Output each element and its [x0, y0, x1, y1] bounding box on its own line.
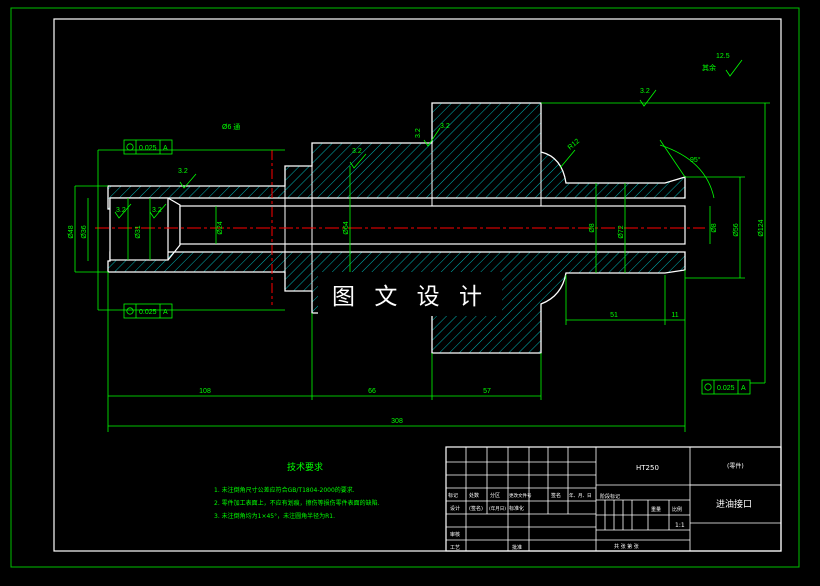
dim-dia-24: Ø24	[217, 221, 224, 234]
roughness-2: 3.2	[352, 148, 362, 155]
tolerance-frame-3: 0.025 A	[701, 379, 751, 395]
dim-108: 108	[199, 388, 211, 395]
dim-dia-72: Ø72	[618, 225, 625, 238]
tb-sheets: 共 张 第 张	[614, 543, 639, 550]
dim-dia-8a: Ø8	[589, 223, 596, 232]
notes-item-3: 3. 未注倒角均为1×45°，未注圆角半径为R1.	[214, 512, 335, 520]
dim-dia-inner: Ø31	[135, 225, 142, 238]
dim-dia-bore: Ø36	[81, 225, 88, 238]
dim-51: 51	[610, 312, 618, 319]
tb-h-count: 处数	[469, 492, 479, 499]
tol1-ref: A	[163, 145, 168, 152]
tol3-ref: A	[741, 385, 746, 392]
roughness-6: 3.2	[152, 207, 162, 214]
tb-label-top: (零件)	[727, 462, 744, 470]
dim-dia-124: Ø124	[758, 219, 765, 236]
roughness-7: 3.2	[440, 123, 450, 130]
tol2-ref: A	[163, 309, 168, 316]
tb-standardize: 标准化	[509, 505, 524, 512]
roughness-1: 3.2	[178, 168, 188, 175]
roughness-other-label: 其余	[702, 63, 716, 72]
drawing-sheet: 108 66 57 308 51 11 Ø48 Ø36 Ø31 Ø24 Ø64 …	[0, 0, 820, 582]
tb-weight: 重量	[651, 506, 661, 513]
tb-h-sign: 签名	[551, 492, 561, 499]
upper-half	[107, 102, 686, 210]
dim-66: 66	[368, 388, 376, 395]
tolerance-frame-2: 0.025 A	[123, 303, 173, 319]
dim-dia-64: Ø64	[343, 221, 350, 234]
tb-process: 工艺	[450, 545, 460, 551]
tb-scale: 比例	[672, 506, 682, 513]
tb-material: HT250	[636, 464, 659, 472]
tb-stage: 阶段标记	[600, 493, 620, 500]
tb-scale-val: 1:1	[675, 522, 685, 529]
tb-date: (年月日)	[489, 505, 506, 512]
dim-dia-56: Ø56	[733, 223, 740, 236]
tb-sign: (签名)	[469, 505, 483, 512]
tb-part-name: 进油接口	[716, 498, 752, 510]
dim-11: 11	[671, 312, 678, 319]
dim-dia-left: Ø48	[68, 225, 75, 238]
roughness-4: 3.2	[640, 88, 650, 95]
tb-h-date: 年、月、日	[569, 492, 592, 499]
tb-approve: 批准	[512, 544, 522, 551]
tol3-value: 0.025	[717, 385, 735, 392]
tb-h-mark: 标记	[448, 492, 458, 499]
notes-item-2: 2. 零件加工表面上，不应有划痕，擦伤等损伤零件表面的缺陷.	[214, 499, 380, 507]
notes-heading: 技术要求	[287, 461, 323, 473]
dim-dia-8b: Ø8	[711, 223, 718, 232]
dim-hole: Ø6 通	[222, 122, 240, 131]
tb-h-doc: 更改文件号	[509, 492, 532, 499]
tolerance-frame-1: 0.025 A	[123, 139, 173, 155]
through-bore	[179, 205, 686, 245]
dim-308: 308	[391, 418, 403, 425]
tb-designer: 设计	[450, 505, 460, 512]
watermark: 图 文 设 计	[318, 272, 502, 316]
tol2-value: 0.025	[139, 309, 157, 316]
tb-h-zone: 分区	[490, 492, 500, 499]
tol1-value: 0.025	[139, 145, 157, 152]
dim-radius: R12	[567, 138, 581, 152]
bore-chamfer	[167, 197, 181, 261]
roughness-other: 12.5	[716, 53, 730, 60]
dim-57: 57	[483, 388, 491, 395]
dim-angle: 95°	[690, 156, 701, 164]
roughness-3: 3.2	[415, 128, 422, 138]
tb-checker: 审核	[450, 531, 460, 538]
roughness-5: 3.2	[116, 207, 126, 214]
notes-item-1: 1. 未注倒角尺寸公差应符合GB/T1804-2000的要求.	[214, 486, 355, 494]
